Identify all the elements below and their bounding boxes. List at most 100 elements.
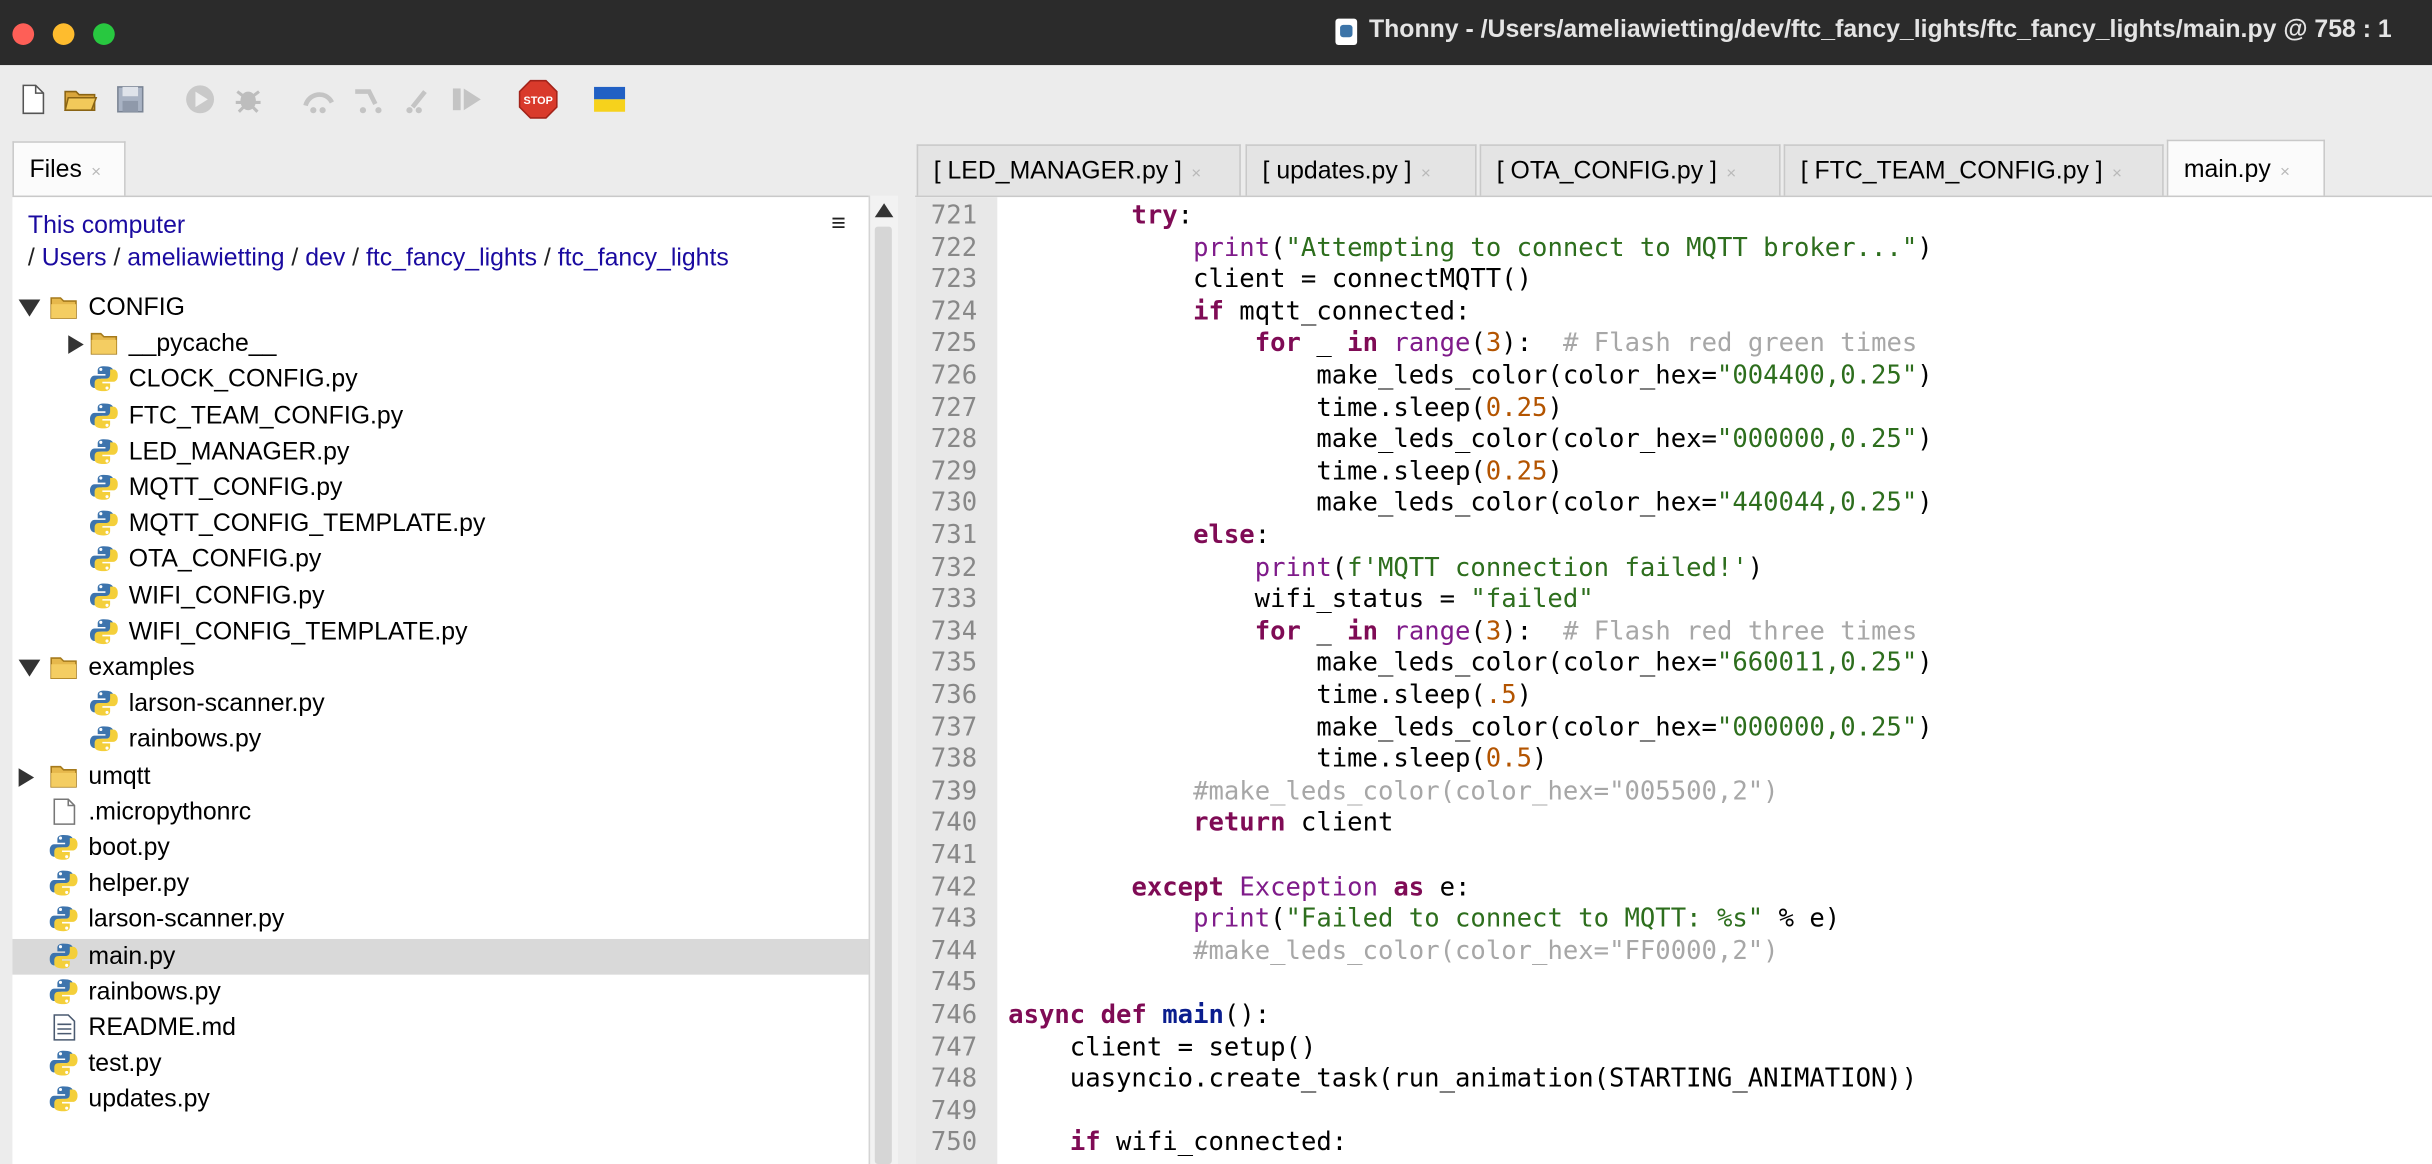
code-text: try: xyxy=(1131,200,1194,230)
tree-item-label: LED_MANAGER.py xyxy=(128,438,350,466)
save-icon[interactable] xyxy=(110,79,150,119)
tab-updates[interactable]: [ updates.py ] × xyxy=(1245,144,1477,196)
tree-item[interactable]: rainbows.py xyxy=(12,974,868,1010)
tree-item[interactable]: MQTT_CONFIG_TEMPLATE.py xyxy=(12,506,868,542)
tree-item[interactable]: __pycache__ xyxy=(12,326,868,362)
tab-main[interactable]: main.py × xyxy=(2166,139,2325,196)
tree-item[interactable]: CLOCK_CONFIG.py xyxy=(12,362,868,398)
tree-item[interactable]: MQTT_CONFIG.py xyxy=(12,470,868,506)
step-out-icon[interactable] xyxy=(399,79,439,119)
location-label[interactable]: This computer xyxy=(28,213,185,241)
code-text: #make_leds_color(color_hex="FF0000,2") xyxy=(1193,935,1779,966)
tree-item[interactable]: examples xyxy=(12,650,868,686)
breadcrumb-item[interactable]: Users xyxy=(42,245,107,271)
tree-item[interactable]: .micropythonrc xyxy=(12,794,868,830)
code-text: async def main(): xyxy=(1008,999,1271,1029)
line-number: 739 xyxy=(930,775,978,806)
close-tab-icon[interactable]: × xyxy=(1421,165,1431,184)
debug-icon[interactable] xyxy=(228,79,268,119)
code-editor[interactable]: 721 try: 722 print("Attempting to connect… xyxy=(915,195,2432,1164)
tree-item-label: CLOCK_CONFIG.py xyxy=(128,366,358,394)
expand-toggle-icon[interactable] xyxy=(68,335,84,355)
tree-item[interactable]: larson-scanner.py xyxy=(12,686,868,722)
tree-item[interactable]: larson-scanner.py xyxy=(12,902,868,938)
expand-toggle-icon[interactable] xyxy=(18,767,35,787)
tree-item[interactable]: WIFI_CONFIG.py xyxy=(12,578,868,614)
resume-icon[interactable] xyxy=(447,79,487,119)
tree-item[interactable]: test.py xyxy=(12,1046,868,1082)
line-number: 734 xyxy=(930,615,978,646)
breadcrumb-item[interactable]: ftc_fancy_lights xyxy=(558,245,729,271)
line-number: 721 xyxy=(930,200,978,230)
python-file-icon xyxy=(89,618,118,644)
tree-item[interactable]: FTC_TEAM_CONFIG.py xyxy=(12,398,868,434)
code-text: if mqtt_connected: xyxy=(1193,296,1471,326)
collapse-toggle-icon[interactable] xyxy=(18,659,41,677)
run-icon[interactable] xyxy=(180,79,220,119)
tree-item-label: __pycache__ xyxy=(128,330,277,358)
code-text: print("Attempting to connect to MQTT bro… xyxy=(1193,232,1933,262)
line-number: 732 xyxy=(930,551,978,582)
tree-item[interactable]: rainbows.py xyxy=(12,722,868,758)
step-over-icon[interactable] xyxy=(299,79,339,119)
tree-item[interactable]: umqtt xyxy=(12,758,868,794)
tree-item[interactable]: CONFIG xyxy=(12,290,868,326)
code-text: except Exception as e: xyxy=(1131,871,1471,902)
close-tab-icon[interactable]: × xyxy=(1191,165,1201,184)
tab-ota-config[interactable]: [ OTA_CONFIG.py ] × xyxy=(1479,144,1781,196)
tree-item[interactable]: WIFI_CONFIG_TEMPLATE.py xyxy=(12,614,868,650)
tree-item-label: MQTT_CONFIG.py xyxy=(128,474,343,502)
close-tab-icon[interactable]: × xyxy=(1726,165,1736,184)
tree-item-label: boot.py xyxy=(88,834,170,862)
tab-ftc-team-config[interactable]: [ FTC_TEAM_CONFIG.py ] × xyxy=(1783,144,2164,196)
tree-item-label: larson-scanner.py xyxy=(128,690,325,718)
line-number: 738 xyxy=(930,743,978,774)
new-file-icon[interactable] xyxy=(12,79,52,119)
tree-item-label: rainbows.py xyxy=(128,726,262,754)
tree-item-label: rainbows.py xyxy=(88,978,221,1006)
line-number: 749 xyxy=(930,1095,978,1125)
close-tab-icon[interactable]: × xyxy=(2280,163,2290,182)
tree-item[interactable]: helper.py xyxy=(12,866,868,902)
code-text: make_leds_color(color_hex="440044,0.25") xyxy=(1008,487,1933,518)
tree-item[interactable]: boot.py xyxy=(12,830,868,866)
tab-files[interactable]: Files × xyxy=(12,141,126,196)
minimize-window-button[interactable] xyxy=(52,23,75,46)
tree-item[interactable]: LED_MANAGER.py xyxy=(12,434,868,470)
tree-item[interactable]: updates.py xyxy=(12,1082,868,1118)
breadcrumb-item[interactable]: ameliawietting xyxy=(127,245,284,271)
breadcrumb-item[interactable]: dev xyxy=(305,245,345,271)
step-into-icon[interactable] xyxy=(349,79,389,119)
code-text: print(f'MQTT connection failed!') xyxy=(1254,551,1764,582)
tree-item[interactable]: OTA_CONFIG.py xyxy=(12,542,868,578)
ukraine-flag-icon[interactable] xyxy=(589,79,629,119)
tree-item-label: CONFIG xyxy=(88,294,185,322)
line-number: 731 xyxy=(930,519,978,550)
open-folder-icon[interactable] xyxy=(60,79,100,119)
python-file-icon xyxy=(49,870,78,896)
line-number: 727 xyxy=(930,392,978,422)
tree-item-label: test.py xyxy=(88,1050,162,1078)
collapse-toggle-icon[interactable] xyxy=(18,299,41,317)
close-tab-icon[interactable]: × xyxy=(2112,165,2122,184)
close-window-button[interactable] xyxy=(12,23,35,46)
scroll-up-icon[interactable] xyxy=(874,203,894,218)
tab-led-manager[interactable]: [ LED_MANAGER.py ] × xyxy=(916,144,1241,196)
python-file-icon xyxy=(89,510,118,536)
tree-item-label: WIFI_CONFIG_TEMPLATE.py xyxy=(128,618,468,646)
code-text: make_leds_color(color_hex="000000,0.25") xyxy=(1008,711,1933,742)
tree-item-label: WIFI_CONFIG.py xyxy=(128,582,325,610)
code-text: print("Failed to connect to MQTT: %s" % … xyxy=(1193,903,1841,934)
scroll-thumb[interactable] xyxy=(874,226,892,1164)
stop-icon[interactable]: STOP xyxy=(518,79,558,119)
menu-icon[interactable]: ≡ xyxy=(831,211,845,239)
python-file-icon xyxy=(49,834,78,860)
code-text: for _ in range(3): # Flash red green tim… xyxy=(1254,328,1918,358)
files-scrollbar[interactable] xyxy=(868,195,899,1164)
close-tab-icon[interactable]: × xyxy=(91,163,101,182)
tree-item[interactable]: main.py xyxy=(12,938,869,975)
python-file-icon xyxy=(89,546,118,572)
maximize-window-button[interactable] xyxy=(93,23,115,46)
tree-item[interactable]: README.md xyxy=(12,1010,868,1046)
breadcrumb-item[interactable]: ftc_fancy_lights xyxy=(366,245,537,271)
